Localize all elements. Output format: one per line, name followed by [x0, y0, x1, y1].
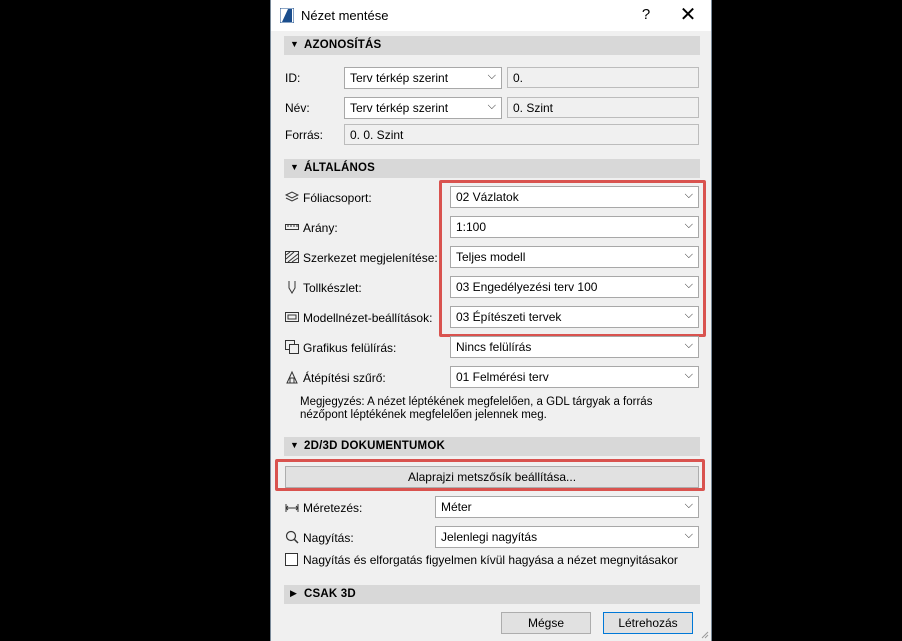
pen-set-label: Tollkészlet:	[303, 281, 362, 295]
resize-grip-icon[interactable]	[699, 629, 709, 639]
close-button[interactable]: ✕	[674, 5, 702, 25]
ignore-zoom-rotation-checkbox[interactable]	[285, 553, 298, 566]
pen-icon	[288, 281, 296, 294]
highlight-box	[275, 459, 705, 491]
renovation-filter-select[interactable]: 01 Felmérési terv ⌵	[450, 366, 699, 388]
layers-icon	[285, 191, 299, 202]
section-title: 2D/3D DOKUMENTUMOK	[304, 440, 445, 452]
archicad-logo-icon	[280, 8, 294, 23]
name-value-field[interactable]: 0. Szint	[507, 97, 699, 118]
chevron-down-icon: ⌵	[684, 369, 693, 381]
section-identification-header[interactable]: ▼ AZONOSÍTÁS	[284, 36, 700, 55]
dimension-icon	[285, 504, 299, 512]
collapse-triangle-icon: ▼	[290, 440, 300, 450]
graphic-override-label: Grafikus felülírás:	[303, 341, 397, 355]
renovation-filter-icon	[286, 370, 298, 384]
collapse-triangle-icon: ▼	[290, 39, 300, 49]
magnifier-icon	[285, 530, 299, 544]
save-view-dialog: Nézet mentése ? ✕ ▼ AZONOSÍTÁS ID: Terv …	[270, 0, 712, 641]
graphic-override-select[interactable]: Nincs felülírás ⌵	[450, 336, 699, 358]
source-label: Forrás:	[285, 128, 324, 142]
help-button[interactable]: ?	[635, 5, 657, 25]
source-value-field: 0. 0. Szint	[344, 124, 699, 145]
ruler-icon	[285, 224, 299, 230]
ignore-zoom-rotation-label[interactable]: Nagyítás és elforgatás figyelmen kívül h…	[303, 553, 678, 567]
section-general-header[interactable]: ▼ ÁLTALÁNOS	[284, 159, 700, 178]
chevron-down-icon: ⌵	[684, 339, 693, 351]
title-bar: Nézet mentése ? ✕	[271, 0, 711, 31]
renovation-filter-label: Átépítési szűrő:	[303, 371, 386, 385]
highlight-box	[439, 180, 706, 337]
model-view-options-icon	[285, 312, 299, 322]
expand-triangle-icon: ▶	[290, 588, 298, 598]
section-title: AZONOSÍTÁS	[304, 39, 382, 51]
layer-combination-label: Fóliacsoport:	[303, 191, 372, 205]
section-3d-only-header[interactable]: ▶ CSAK 3D	[284, 585, 700, 604]
model-view-options-label: Modellnézet-beállítások:	[303, 311, 433, 325]
id-value-field[interactable]: 0.	[507, 67, 699, 88]
scale-note: Megjegyzés: A nézet léptékének megfelelő…	[300, 396, 653, 421]
section-title: CSAK 3D	[304, 588, 356, 600]
cancel-button[interactable]: Mégse	[501, 612, 591, 634]
section-title: ÁLTALÁNOS	[304, 162, 376, 174]
window-title: Nézet mentése	[301, 8, 389, 23]
chevron-down-icon: ⌵	[487, 100, 496, 112]
id-select[interactable]: Terv térkép szerint ⌵	[344, 67, 502, 89]
graphic-override-icon	[285, 340, 299, 354]
chevron-down-icon: ⌵	[487, 70, 496, 82]
section-documents-header[interactable]: ▼ 2D/3D DOKUMENTUMOK	[284, 437, 700, 456]
name-label: Név:	[285, 101, 310, 115]
id-label: ID:	[285, 71, 301, 85]
collapse-triangle-icon: ▼	[290, 162, 300, 172]
dimensioning-select[interactable]: Méter ⌵	[435, 496, 699, 518]
zoom-label: Nagyítás:	[303, 531, 354, 545]
name-select[interactable]: Terv térkép szerint ⌵	[344, 97, 502, 119]
structure-display-icon	[285, 251, 299, 263]
structure-display-label: Szerkezet megjelenítése:	[303, 251, 438, 265]
dimensioning-label: Méretezés:	[303, 501, 363, 515]
zoom-select[interactable]: Jelenlegi nagyítás ⌵	[435, 526, 699, 548]
create-button[interactable]: Létrehozás	[603, 612, 693, 634]
chevron-down-icon: ⌵	[684, 499, 693, 511]
scale-label: Arány:	[303, 221, 338, 235]
chevron-down-icon: ⌵	[684, 529, 693, 541]
